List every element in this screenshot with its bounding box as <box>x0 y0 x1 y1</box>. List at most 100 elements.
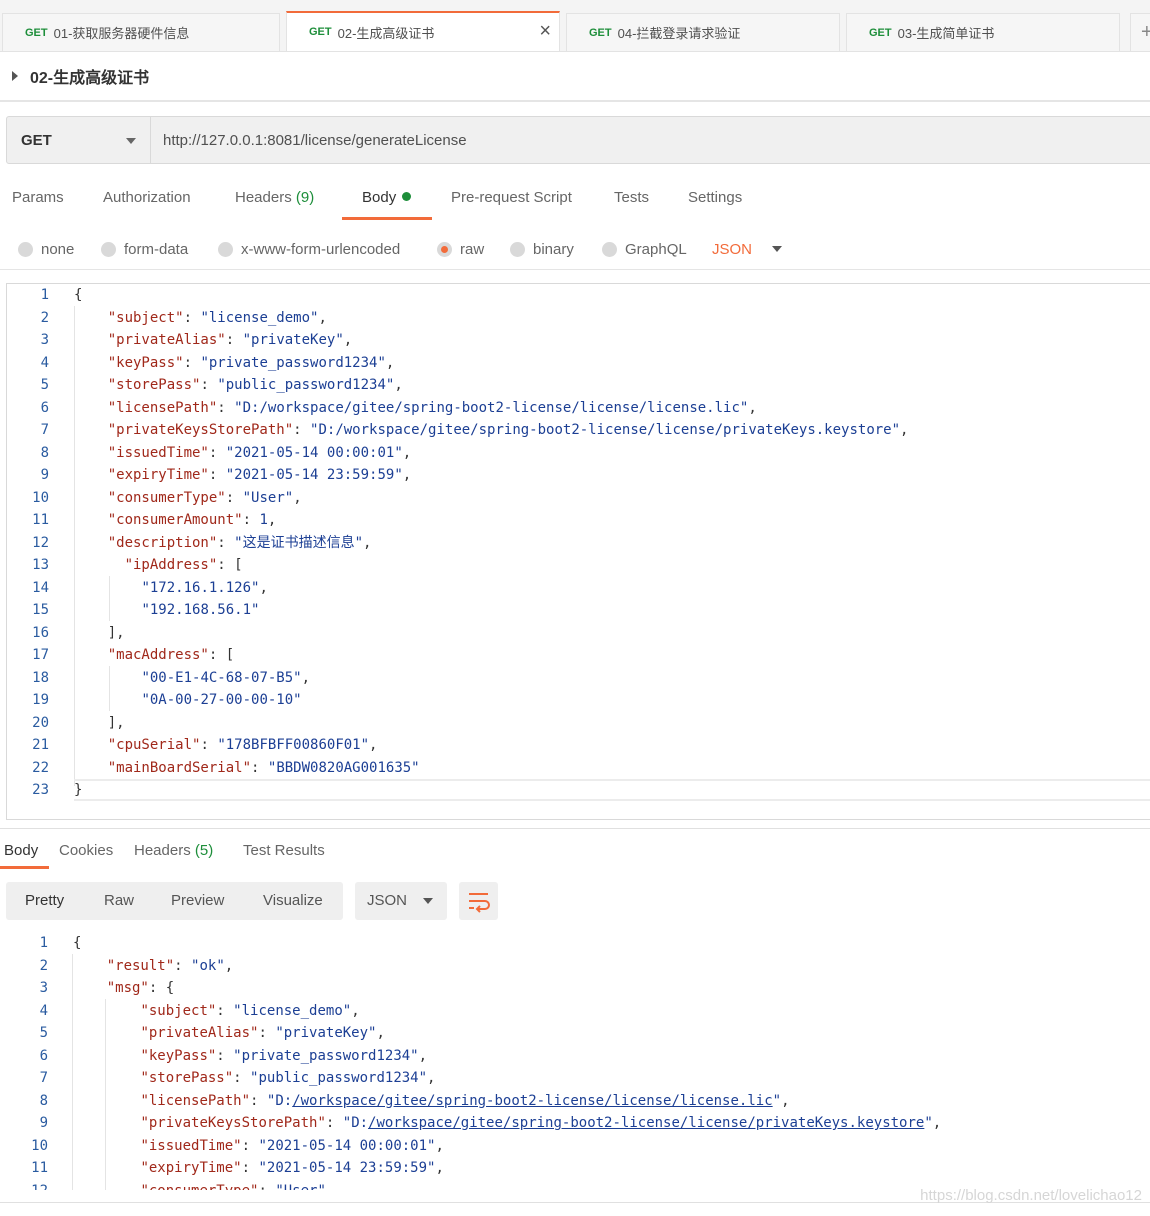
view-visualize[interactable]: Visualize <box>263 882 323 920</box>
request-tab-03[interactable]: GET 03-生成简单证书 <box>846 13 1120 51</box>
code-text: "issuedTime": "2021-05-14 00:00:01", <box>107 444 412 461</box>
tab-label: 04-拦截登录请求验证 <box>617 26 741 41</box>
radio-icon <box>18 241 33 257</box>
bodytype-graphql[interactable]: GraphQL <box>602 235 687 263</box>
line-number: 5 <box>39 1025 48 1041</box>
response-body-code-line: 7 "storePass": "public_password1234", <box>0 1067 1144 1090</box>
tab-body-label: Body <box>362 189 397 206</box>
bodytype-binary[interactable]: binary <box>510 235 574 263</box>
code-text: "expiryTime": "2021-05-14 23:59:59", <box>107 467 412 483</box>
code-text: "msg": { <box>106 980 175 996</box>
view-mode-bar: Pretty Raw Preview Visualize <box>6 882 343 920</box>
request-body-editor[interactable]: 1{2 "subject": "license_demo", 3 "private… <box>6 283 1150 820</box>
bodytype-urlencoded-label: x-www-form-urlencoded <box>241 240 401 258</box>
code-text: "macAddress": [ <box>107 647 235 663</box>
method-select[interactable]: GET <box>6 116 151 164</box>
tab-headers[interactable]: Headers (9) <box>235 178 314 220</box>
new-tab-plus-icon[interactable]: + <box>1130 13 1150 51</box>
radio-icon <box>510 241 525 257</box>
request-body-code-line: 11 "consumerAmount": 1, <box>7 509 1150 532</box>
response-body-viewer[interactable]: 1{2 "result": "ok", 3 "msg": {4 "subject"… <box>0 932 1150 1190</box>
body-type-selector: none form-data x-www-form-urlencoded raw… <box>0 230 1150 270</box>
tab-method-badge: GET <box>309 26 332 38</box>
line-number: 12 <box>0 1180 48 1191</box>
radio-icon <box>101 241 116 257</box>
tab-tests[interactable]: Tests <box>614 178 649 220</box>
line-number: 1 <box>40 287 49 303</box>
response-format-select[interactable]: JSON <box>355 882 447 920</box>
tab-settings[interactable]: Settings <box>688 178 742 220</box>
wrap-lines-button[interactable] <box>459 882 498 920</box>
request-body-code-line: 21 "cpuSerial": "178BFBFF00860F01", <box>7 734 1150 757</box>
close-icon[interactable]: × <box>539 21 551 41</box>
resp-tab-headers[interactable]: Headers (5) <box>134 834 213 869</box>
chevron-down-icon <box>126 138 136 144</box>
code-text: "mainBoardSerial": "BBDW0820AG001635" <box>107 759 420 776</box>
request-body-code-line: 23} <box>7 779 1150 802</box>
line-number: 4 <box>39 1002 48 1019</box>
code-text: "privateKeysStorePath": "D:/workspace/gi… <box>107 422 909 438</box>
watermark: https://blog.csdn.net/lovelichao12 <box>920 1187 1142 1204</box>
code-text: "cpuSerial": "178BFBFF00860F01", <box>107 737 378 753</box>
response-divider <box>0 828 1150 829</box>
response-body-code-line: 11 "expiryTime": "2021-05-14 23:59:59", <box>0 1157 1144 1180</box>
bodytype-urlencoded[interactable]: x-www-form-urlencoded <box>218 235 400 263</box>
view-pretty[interactable]: Pretty <box>25 882 64 920</box>
line-number: 10 <box>32 489 49 506</box>
tab-authorization[interactable]: Authorization <box>103 178 191 220</box>
line-number: 12 <box>32 534 49 551</box>
code-text: "privateAlias": "privateKey", <box>140 1025 385 1041</box>
raw-format-select[interactable]: JSON <box>712 235 783 263</box>
request-body-code-line: 7 "privateKeysStorePath": "D:/workspace/… <box>7 419 1150 442</box>
raw-format-value: JSON <box>712 240 753 258</box>
code-text: "storePass": "public_password1234", <box>140 1070 436 1086</box>
tab-label: 02-生成高级证书 <box>337 25 435 41</box>
bodytype-form-data[interactable]: form-data <box>101 235 188 263</box>
resp-tab-body[interactable]: Body <box>0 834 49 869</box>
view-raw[interactable]: Raw <box>104 882 134 920</box>
url-bar: GET http://127.0.0.1:8081/license/genera… <box>6 116 1150 164</box>
request-tab-02[interactable]: GET 02-生成高级证书 × <box>286 11 560 51</box>
request-body-code-line: 20 ], <box>7 712 1150 735</box>
bodytype-raw[interactable]: raw <box>437 235 484 263</box>
request-body-code-line: 8 "issuedTime": "2021-05-14 00:00:01", <box>7 442 1150 465</box>
resp-tab-test-results[interactable]: Test Results <box>243 834 325 869</box>
expand-caret-icon[interactable] <box>12 71 18 81</box>
response-tabs: Body Cookies Headers (5) Test Results <box>0 834 1150 870</box>
request-body-code-line: 16 ], <box>7 622 1150 645</box>
view-preview[interactable]: Preview <box>171 882 224 920</box>
tab-params[interactable]: Params <box>12 178 64 220</box>
request-tab-04[interactable]: GET 04-拦截登录请求验证 <box>566 13 840 51</box>
request-body-code-line: 17 "macAddress": [ <box>7 644 1150 667</box>
chevron-down-icon <box>423 898 433 904</box>
bodytype-none[interactable]: none <box>18 235 74 263</box>
tab-prerequest-script[interactable]: Pre-request Script <box>451 178 572 220</box>
code-text: "keyPass": "private_password1234", <box>107 354 395 371</box>
request-title[interactable]: 02-生成高级证书 <box>30 64 149 88</box>
tab-body[interactable]: Body <box>342 178 432 220</box>
bodytype-raw-label: raw <box>460 240 485 258</box>
url-input[interactable]: http://127.0.0.1:8081/license/generateLi… <box>151 116 1150 164</box>
radio-selected-icon <box>437 241 452 257</box>
resp-headers-count-badge: (5) <box>194 842 214 859</box>
code-text: "172.16.1.126", <box>141 579 268 596</box>
response-body-code-line: 2 "result": "ok", <box>0 955 1144 978</box>
code-text: "keyPass": "private_password1234", <box>140 1047 428 1064</box>
request-tab-strip: GET 01-获取服务器硬件信息 GET 02-生成高级证书 × GET 04-… <box>0 0 1150 52</box>
line-number: 9 <box>40 467 49 483</box>
line-number: 19 <box>32 692 49 708</box>
line-number: 23 <box>32 782 49 798</box>
request-body-code-line: 19 "0A-00-27-00-00-10" <box>7 689 1150 712</box>
line-number: 3 <box>39 980 48 996</box>
code-text: } <box>74 782 83 798</box>
response-body-code-line: 8 "licensePath": "D:/workspace/gitee/spr… <box>0 1090 1144 1113</box>
code-text: "description": "这是证书描述信息", <box>107 534 372 551</box>
resp-tab-cookies[interactable]: Cookies <box>59 834 113 869</box>
request-body-code-line: 1{ <box>7 284 1150 307</box>
request-body-code-line: 15 "192.168.56.1" <box>7 599 1150 622</box>
tab-method-badge: GET <box>869 26 892 39</box>
request-body-code-line: 18 "00-E1-4C-68-07-B5", <box>7 667 1150 690</box>
tab-method-badge: GET <box>25 26 48 39</box>
bodytype-binary-label: binary <box>533 240 574 258</box>
request-tab-01[interactable]: GET 01-获取服务器硬件信息 <box>2 13 280 51</box>
